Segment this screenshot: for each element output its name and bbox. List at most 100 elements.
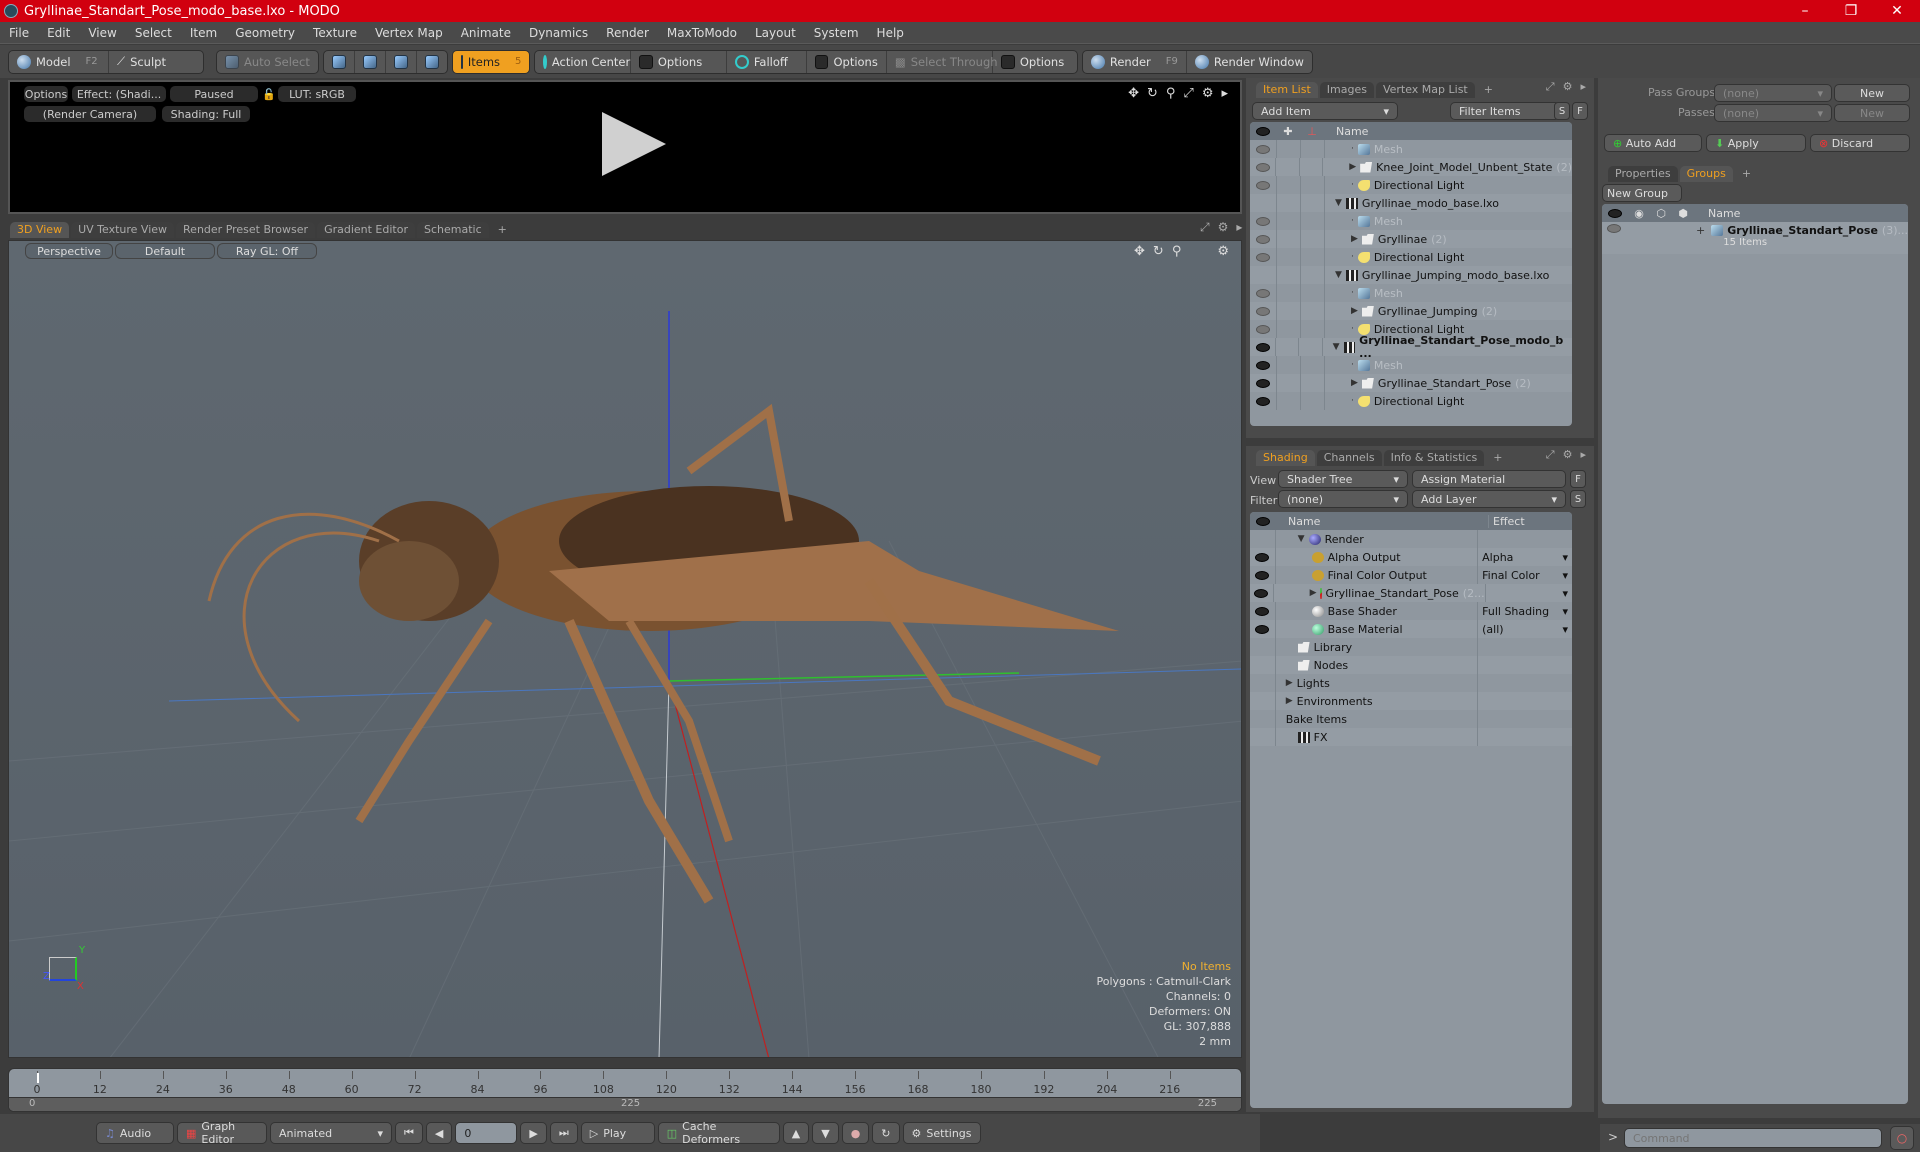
arrow-right-icon[interactable]: ▸	[1236, 220, 1242, 235]
shader-row[interactable]: FX	[1250, 728, 1572, 746]
menu-layout[interactable]: Layout	[746, 26, 805, 40]
prev-key-button[interactable]: ◀	[425, 1122, 453, 1144]
shader-row[interactable]: ▼ Render	[1250, 530, 1572, 548]
item-row[interactable]: ▼ Gryllinae_Jumping_modo_base.lxo	[1250, 266, 1572, 284]
items-mode-button[interactable]: Items 5	[452, 50, 529, 73]
axis-cell[interactable]	[1300, 374, 1324, 392]
lut-dropdown[interactable]: LUT: sRGB	[278, 86, 356, 102]
camera-dropdown[interactable]: (Render Camera)	[24, 106, 156, 122]
chevron-down-icon[interactable]: ▾	[1562, 623, 1568, 636]
shader-row[interactable]: Library	[1250, 638, 1572, 656]
menu-maxtomodo[interactable]: MaxToModo	[658, 26, 746, 40]
go-to-end-button[interactable]: ⏭	[549, 1122, 578, 1144]
expand-arrow-icon[interactable]: ▶	[1351, 234, 1358, 244]
maximize-icon[interactable]: ⤢	[1200, 220, 1210, 235]
time-range-bar[interactable]: 0 225 225	[9, 1097, 1241, 1111]
tab-properties[interactable]: Properties	[1608, 166, 1678, 182]
lock-cell[interactable]	[1275, 158, 1298, 176]
go-to-start-button[interactable]: ⏮	[395, 1122, 423, 1144]
menu-geometry[interactable]: Geometry	[226, 26, 304, 40]
tab-item-list[interactable]: Item List	[1256, 82, 1318, 98]
maximize-icon[interactable]: ⤢	[1546, 80, 1555, 94]
expand-arrow-icon[interactable]: ▶	[1286, 678, 1293, 688]
tab-info-statistics[interactable]: Info & Statistics	[1383, 450, 1485, 466]
axis-cell[interactable]	[1300, 140, 1324, 158]
item-row[interactable]: ▶ Gryllinae (2)	[1250, 230, 1572, 248]
visibility-toggle[interactable]	[1250, 570, 1275, 580]
lock-cell[interactable]	[1276, 284, 1300, 302]
effect-cell[interactable]: (all) ▾	[1477, 620, 1572, 638]
chevron-down-icon[interactable]: ▾	[1562, 587, 1568, 600]
gear-icon[interactable]: ⚙	[1563, 448, 1573, 462]
arrow-right-icon[interactable]: ▸	[1221, 86, 1228, 101]
visibility-toggle[interactable]	[1250, 144, 1276, 154]
visibility-toggle[interactable]	[1250, 180, 1276, 190]
expanded-arrow-icon[interactable]: ▼	[1333, 342, 1340, 352]
play-render-icon[interactable]	[602, 112, 666, 176]
shader-row[interactable]: Nodes	[1250, 656, 1572, 674]
visibility-toggle[interactable]	[1250, 624, 1275, 634]
new-pass-button[interactable]: New	[1834, 104, 1910, 122]
visibility-toggle[interactable]	[1250, 288, 1276, 298]
lock-cell[interactable]	[1276, 176, 1300, 194]
paused-button[interactable]: Paused	[170, 86, 258, 102]
arrow-right-icon[interactable]: ▸	[1580, 448, 1586, 462]
item-row[interactable]: · Directional Light	[1250, 176, 1572, 194]
axis-cell[interactable]	[1300, 212, 1324, 230]
arrow-right-icon[interactable]: ▸	[1580, 80, 1586, 94]
timeline[interactable]: 0 12 24 36 48 60 72 84 96 108 120 132 144 156 168 180 19…	[8, 1068, 1242, 1112]
item-row[interactable]: ▶ Knee_Joint_Model_Unbent_State (2)	[1250, 158, 1572, 176]
expand-arrow-icon[interactable]: ▶	[1351, 378, 1358, 388]
audio-button[interactable]: ♫ Audio	[96, 1122, 174, 1144]
record-macro-icon[interactable]: ○	[1890, 1126, 1914, 1150]
filter-dropdown[interactable]: (none) ▾	[1278, 490, 1408, 508]
visibility-toggle[interactable]	[1250, 396, 1276, 406]
item-row[interactable]: · Directional Light	[1250, 248, 1572, 266]
maximize-icon[interactable]: ⤢	[1546, 448, 1555, 462]
expanded-arrow-icon[interactable]: ▼	[1335, 198, 1342, 208]
next-key-button[interactable]: ▶	[520, 1122, 547, 1144]
axis-cell[interactable]	[1300, 248, 1324, 266]
item-row[interactable]: ▼ Gryllinae_modo_base.lxo	[1250, 194, 1572, 212]
menu-select[interactable]: Select	[126, 26, 181, 40]
lock-cell[interactable]	[1276, 356, 1300, 374]
loop-button[interactable]: ↻	[872, 1122, 900, 1144]
effect-dropdown[interactable]: Effect: (Shadi...	[72, 86, 166, 102]
new-group-button[interactable]: New Group	[1602, 184, 1682, 202]
axis-cell[interactable]	[1300, 230, 1324, 248]
lock-cell[interactable]	[1276, 212, 1300, 230]
rotate-icon[interactable]: ↻	[1147, 86, 1158, 101]
visibility-toggle[interactable]	[1250, 360, 1276, 370]
apply-button[interactable]: ⬇ Apply	[1706, 134, 1806, 152]
polygons-mode-button[interactable]	[386, 50, 417, 73]
lock-cell[interactable]	[1276, 302, 1300, 320]
shader-row[interactable]: Alpha Output Alpha ▾	[1250, 548, 1572, 566]
expanded-arrow-icon[interactable]: ▼	[1335, 270, 1342, 280]
lock-cell[interactable]	[1275, 338, 1298, 356]
preview-options-button[interactable]: Options	[24, 86, 68, 102]
chevron-down-icon[interactable]: ▾	[1562, 569, 1568, 582]
visibility-toggle[interactable]	[1250, 552, 1275, 562]
viewport-add-tab-button[interactable]: +	[491, 222, 514, 238]
visibility-toggle[interactable]	[1250, 606, 1275, 616]
lock-cell[interactable]	[1276, 140, 1300, 158]
axis-cell[interactable]	[1300, 320, 1324, 338]
key-down-button[interactable]: ▼	[812, 1122, 839, 1144]
expand-arrow-icon[interactable]: ▶	[1310, 588, 1317, 598]
f-button[interactable]: F	[1572, 102, 1588, 120]
assign-material-button[interactable]: Assign Material	[1412, 470, 1566, 488]
s-button[interactable]: S	[1554, 102, 1570, 120]
lock-cell[interactable]	[1276, 320, 1300, 338]
menu-render[interactable]: Render	[597, 26, 658, 40]
materials-mode-button[interactable]	[417, 51, 447, 73]
shader-row[interactable]: Bake Items	[1250, 710, 1572, 728]
menu-system[interactable]: System	[805, 26, 868, 40]
shader-row[interactable]: ▶ Gryllinae_Standart_Pose (2... ▾	[1250, 584, 1572, 602]
discard-button[interactable]: ⊗ Discard	[1810, 134, 1910, 152]
sculpt-mode-button[interactable]: ⟋ Sculpt	[109, 51, 174, 73]
item-row[interactable]: · Mesh	[1250, 212, 1572, 230]
visibility-toggle[interactable]	[1250, 234, 1276, 244]
effect-cell[interactable]: ▾	[1484, 584, 1572, 602]
tab-uv-texture-view[interactable]: UV Texture View	[71, 222, 175, 238]
axis-cell[interactable]	[1300, 194, 1324, 212]
